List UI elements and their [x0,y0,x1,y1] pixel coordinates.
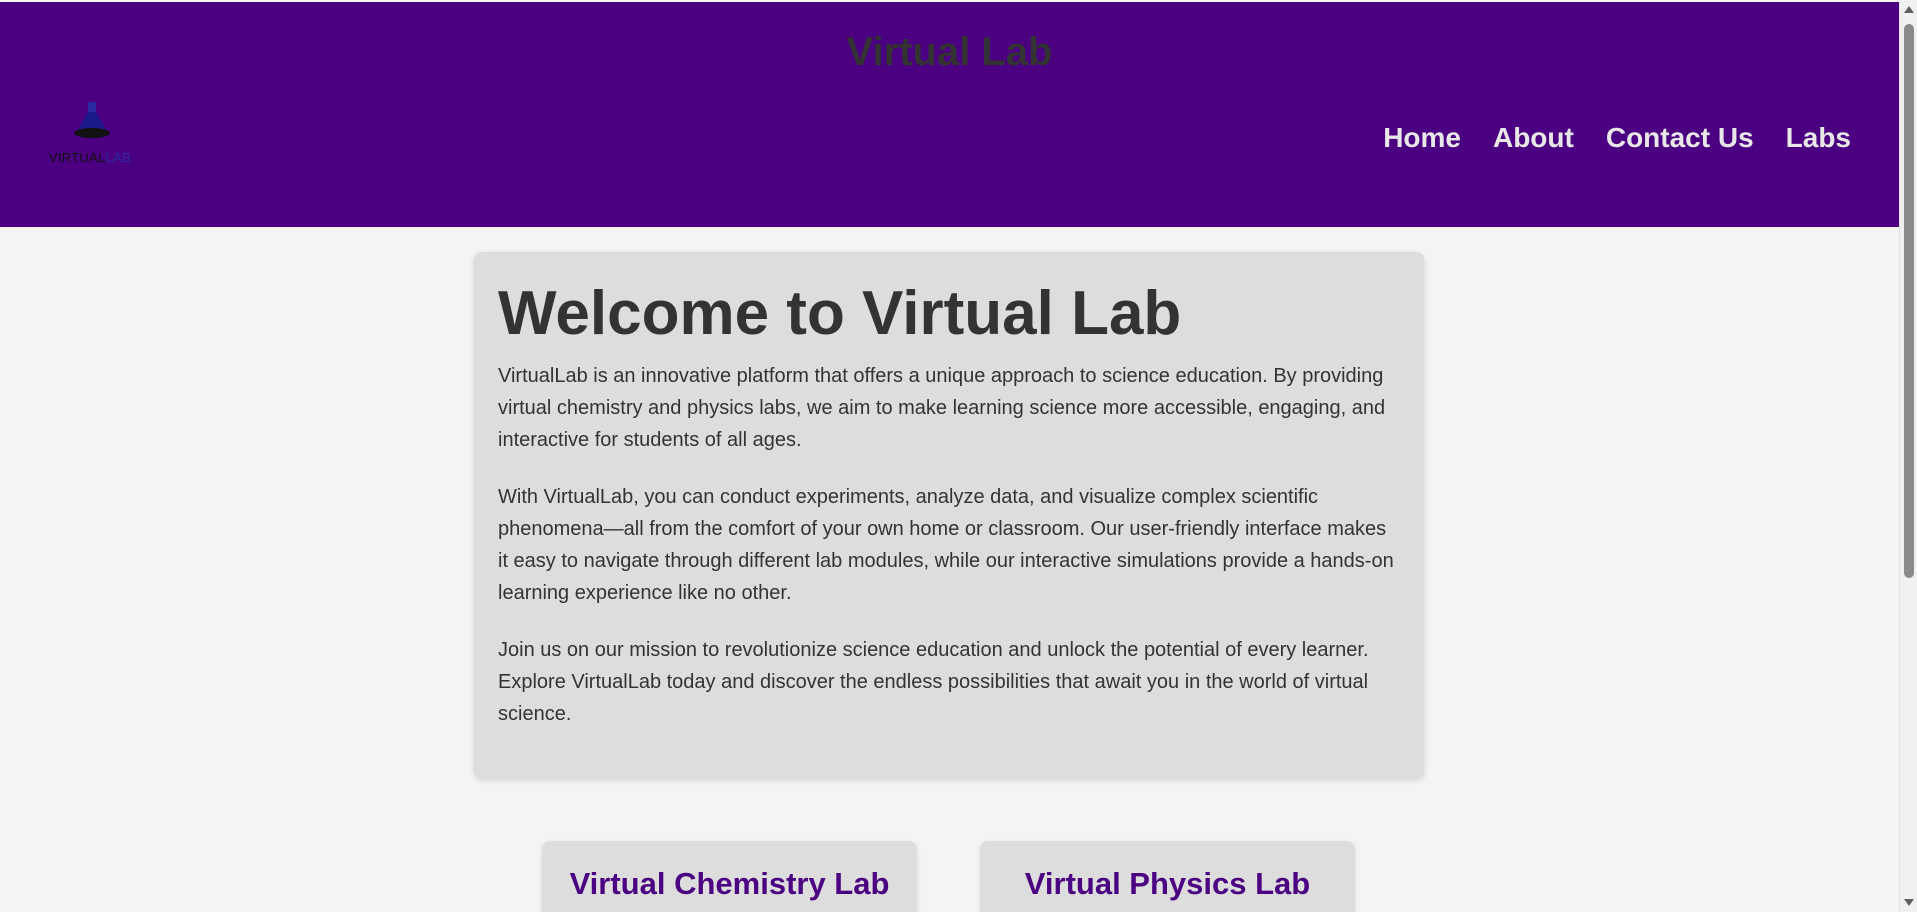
page: Virtual Lab VIRTUALLAB Home About Contac… [0,0,1899,912]
welcome-paragraph-1: VirtualLab is an innovative platform tha… [498,365,1386,451]
scroll-down-arrow-icon[interactable] [1904,899,1914,906]
chemistry-lab-card[interactable]: Virtual Chemistry Lab [542,841,917,912]
logo-text-accent: LAB [105,150,132,165]
welcome-heading: Welcome to Virtual Lab [498,279,1182,348]
main-nav: Home About Contact Us Labs [1383,120,1851,156]
nav-home-link[interactable]: Home [1383,120,1461,156]
logo-text-main: VIRTUAL [48,150,106,165]
welcome-card: Welcome to Virtual Lab VirtualLab is an … [474,252,1424,778]
welcome-paragraph-2: With VirtualLab, you can conduct experim… [498,486,1394,604]
site-header: Virtual Lab VIRTUALLAB Home About Contac… [0,2,1899,227]
logo-text: VIRTUALLAB [40,150,140,165]
nav-labs-link[interactable]: Labs [1786,120,1851,156]
flask-icon [74,102,110,138]
welcome-paragraph-3: Join us on our mission to revolutionize … [498,639,1369,725]
scroll-up-arrow-icon[interactable] [1904,6,1914,13]
physics-lab-card[interactable]: Virtual Physics Lab [980,841,1355,912]
nav-contact-link[interactable]: Contact Us [1606,120,1754,156]
vertical-scrollbar[interactable] [1899,0,1917,912]
scroll-thumb[interactable] [1904,24,1914,578]
chemistry-lab-title: Virtual Chemistry Lab [569,866,890,901]
physics-lab-title: Virtual Physics Lab [1024,866,1311,901]
site-title: Virtual Lab [846,30,1053,74]
nav-about-link[interactable]: About [1493,120,1574,156]
logo[interactable]: VIRTUALLAB [40,100,140,170]
